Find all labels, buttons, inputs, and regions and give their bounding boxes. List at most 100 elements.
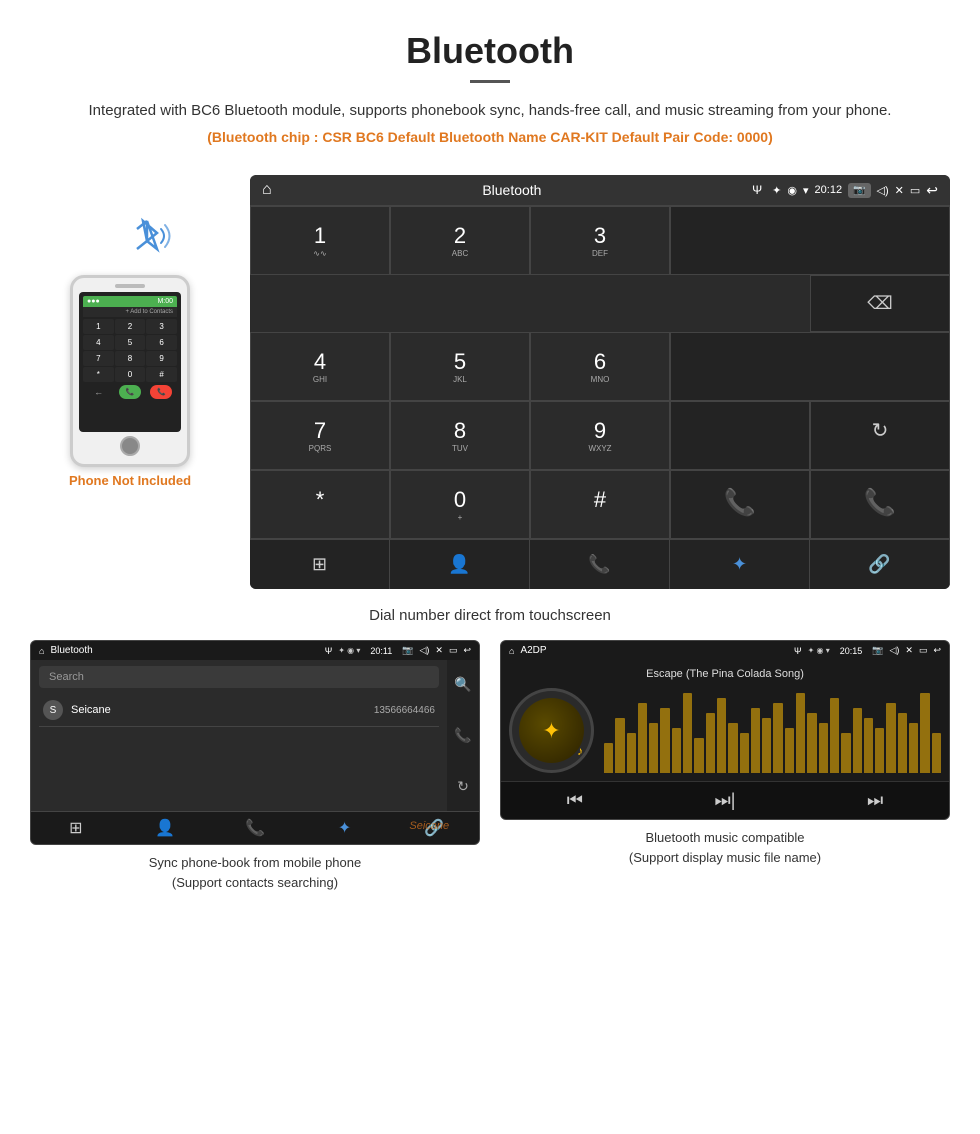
dialpad-bottom-grid[interactable]: ⊞	[250, 540, 390, 589]
phone-key-5[interactable]: 5	[115, 335, 146, 350]
visualizer-bar	[785, 728, 794, 773]
visualizer-bar	[920, 693, 929, 773]
phone-key-hash[interactable]: #	[146, 367, 177, 382]
visualizer-bar	[886, 703, 895, 773]
dialpad-bottom-link[interactable]: 🔗	[810, 540, 950, 589]
back-status-icon[interactable]: ↩	[926, 182, 938, 199]
pb-home-icon[interactable]: ⌂	[39, 646, 44, 656]
contact-row[interactable]: S Seicane 13566664466	[39, 694, 439, 727]
phone-key-7[interactable]: 7	[83, 351, 114, 366]
dial-key-5[interactable]: 5 JKL	[390, 332, 530, 401]
music-frame: ⌂ A2DP Ψ ✦ ◉ ▾ 20:15 📷 ◁) ✕ ▭ ↩ Escape (…	[500, 640, 950, 820]
music-next-icon[interactable]: ⏭	[867, 790, 883, 811]
call-red-key[interactable]: 📞	[810, 470, 950, 539]
pb-bottom-contacts[interactable]: 👤	[121, 818, 211, 838]
music-time: 20:15	[840, 646, 863, 656]
pb-phone-icon[interactable]: 📞	[448, 717, 477, 754]
refresh-key[interactable]: ↻	[810, 401, 950, 470]
phone-key-8[interactable]: 8	[115, 351, 146, 366]
close-status-icon[interactable]: ✕	[895, 184, 904, 197]
phonebook-block: ⌂ Bluetooth Ψ ✦ ◉ ▾ 20:11 📷 ◁) ✕ ▭ ↩ Sea…	[30, 640, 480, 892]
dial-key-4[interactable]: 4 GHI	[250, 332, 390, 401]
dial-key-6[interactable]: 6 MNO	[530, 332, 670, 401]
visualizer-bar	[807, 713, 816, 773]
dial-key-1[interactable]: 1 ∿∿	[250, 206, 390, 275]
phone-key-6[interactable]: 6	[146, 335, 177, 350]
phone-key-1[interactable]: 1	[83, 319, 114, 334]
phonebook-frame: ⌂ Bluetooth Ψ ✦ ◉ ▾ 20:11 📷 ◁) ✕ ▭ ↩ Sea…	[30, 640, 480, 845]
music-play-icon[interactable]: ⏭|	[715, 790, 736, 811]
dialpad-grid: 1 ∿∿ 2 ABC 3 DEF ⌫ 4 GHI 5 JKL	[250, 205, 950, 539]
bottom-screenshots: ⌂ Bluetooth Ψ ✦ ◉ ▾ 20:11 📷 ◁) ✕ ▭ ↩ Sea…	[0, 640, 980, 892]
phone-screen: ●●● M:00 + Add to Contacts 1 2 3 4 5 6 7…	[79, 292, 181, 432]
pb-refresh-icon[interactable]: ↻	[451, 768, 475, 805]
dial-key-2[interactable]: 2 ABC	[390, 206, 530, 275]
visualizer-bar	[660, 708, 669, 773]
dialer-home-icon[interactable]: ⌂	[262, 181, 272, 199]
phone-key-2[interactable]: 2	[115, 319, 146, 334]
dialer-bottom-bar: ⊞ 👤 📞 ✦ 🔗	[250, 539, 950, 589]
phone-status-bar: ●●● M:00	[83, 296, 177, 307]
display-empty-2	[670, 332, 950, 401]
dial-key-star[interactable]: *	[250, 470, 390, 539]
phone-key-star[interactable]: *	[83, 367, 114, 382]
phone-status-left: ●●●	[87, 298, 100, 305]
dial-key-7[interactable]: 7 PQRS	[250, 401, 390, 470]
phonebook-main: Search S Seicane 13566664466	[31, 660, 447, 811]
page-description: Integrated with BC6 Bluetooth module, su…	[60, 99, 920, 123]
phonebook-layout: Search S Seicane 13566664466 🔍 📞 ↻	[31, 660, 479, 811]
pb-bottom-phone[interactable]: 📞	[210, 818, 300, 838]
dial-key-8[interactable]: 8 TUV	[390, 401, 530, 470]
contact-number: 13566664466	[374, 705, 435, 716]
pb-bottom-grid[interactable]: ⊞	[31, 818, 121, 838]
visualizer-bar	[740, 733, 749, 773]
phone-end-btn[interactable]: 📞	[150, 385, 172, 399]
bluetooth-waves-svg	[125, 211, 175, 261]
dialpad-bottom-phone[interactable]: 📞	[530, 540, 670, 589]
dial-key-hash[interactable]: #	[530, 470, 670, 539]
pb-bottom-link[interactable]: 🔗 Seicane	[389, 818, 479, 838]
phone-call-btn[interactable]: 📞	[119, 385, 141, 399]
phone-key-9[interactable]: 9	[146, 351, 177, 366]
music-bottom-bar: ⏮ ⏭| ⏭	[501, 781, 949, 819]
music-note-icon: ♪	[577, 744, 583, 758]
visualizer-bar	[762, 718, 771, 773]
music-content: Escape (The Pina Colada Song) ✦ ♪	[501, 660, 949, 781]
phone-key-3[interactable]: 3	[146, 319, 177, 334]
music-back-icon[interactable]: ↩	[933, 645, 941, 656]
pb-close-icon[interactable]: ✕	[435, 645, 443, 656]
pb-search-icon[interactable]: 🔍	[448, 666, 477, 703]
phone-home-button[interactable]	[120, 436, 140, 456]
dial-key-0[interactable]: 0 +	[390, 470, 530, 539]
dialer-title: Bluetooth	[282, 182, 742, 198]
music-artwork-row: ✦ ♪	[509, 688, 941, 773]
phonebook-status-bar: ⌂ Bluetooth Ψ ✦ ◉ ▾ 20:11 📷 ◁) ✕ ▭ ↩	[31, 641, 479, 660]
phonebook-search[interactable]: Search	[39, 666, 439, 688]
music-close-icon[interactable]: ✕	[905, 645, 913, 656]
dialpad-bottom-bt[interactable]: ✦	[670, 540, 810, 589]
bt-music-icon: ✦	[542, 718, 560, 744]
phonebook-content: Search S Seicane 13566664466	[31, 660, 447, 733]
dialpad-bottom-contacts[interactable]: 👤	[390, 540, 530, 589]
phone-bottom-row: ← 📞 📞	[83, 385, 177, 399]
backspace-key[interactable]: ⌫	[810, 275, 950, 332]
visualizer-bar	[604, 743, 613, 773]
pb-bottom-bt[interactable]: ✦	[300, 818, 390, 838]
music-prev-icon[interactable]: ⏮	[567, 790, 583, 811]
dialer-screen: ⌂ Bluetooth Ψ ✦ ◉ ▾ 20:12 📷 ◁) ✕ ▭ ↩ 1 ∿…	[250, 175, 950, 589]
phonebook-caption: Sync phone-book from mobile phone(Suppor…	[149, 853, 361, 892]
page-header: Bluetooth Integrated with BC6 Bluetooth …	[0, 0, 980, 155]
visualizer-bar	[830, 698, 839, 773]
visualizer-bar	[909, 723, 918, 773]
call-green-key[interactable]: 📞	[670, 470, 810, 539]
display-empty-1	[670, 206, 950, 275]
phone-key-0[interactable]: 0	[115, 367, 146, 382]
dial-key-3[interactable]: 3 DEF	[530, 206, 670, 275]
dial-key-9[interactable]: 9 WXYZ	[530, 401, 670, 470]
pb-back-icon[interactable]: ↩	[463, 645, 471, 656]
signal-waves	[125, 205, 175, 261]
signal-status-icon: ▾	[803, 184, 809, 197]
music-home-icon[interactable]: ⌂	[509, 646, 514, 656]
phone-key-4[interactable]: 4	[83, 335, 114, 350]
visualizer-bar	[683, 693, 692, 773]
